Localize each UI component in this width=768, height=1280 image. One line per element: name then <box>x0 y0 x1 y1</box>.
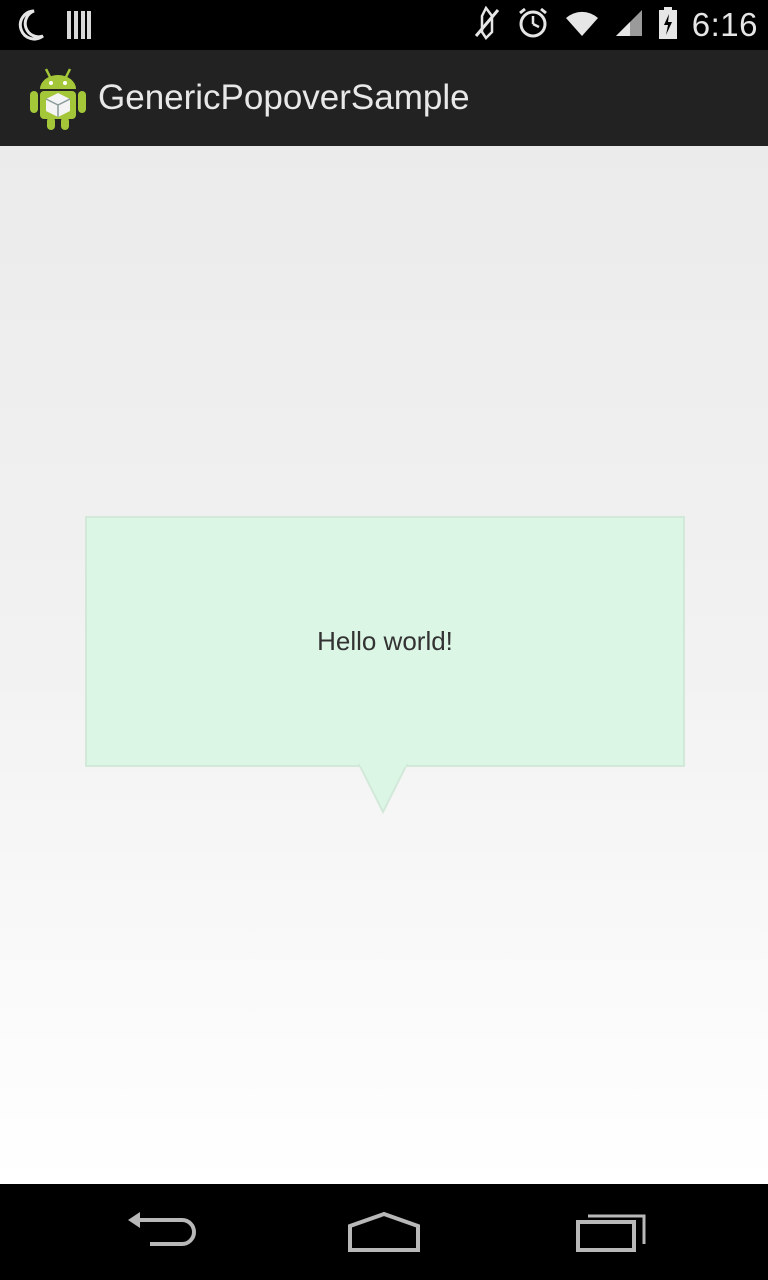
status-time: 6:16 <box>691 6 758 43</box>
barcode-icon <box>66 9 92 46</box>
wifi-icon <box>564 8 600 43</box>
home-icon[interactable] <box>346 1206 422 1258</box>
signal-icon <box>614 8 644 43</box>
navigation-bar <box>0 1184 768 1280</box>
recents-icon[interactable] <box>574 1206 648 1258</box>
alarm-icon <box>516 6 550 45</box>
action-bar: GenericPopoverSample <box>0 50 768 148</box>
popover[interactable]: Hello world! <box>85 516 685 767</box>
popover-text: Hello world! <box>317 626 453 656</box>
popover-arrow <box>358 764 408 814</box>
battery-icon <box>658 6 678 45</box>
moon-icon <box>16 8 46 47</box>
app-title: GenericPopoverSample <box>98 78 470 117</box>
android-icon[interactable] <box>28 65 88 131</box>
back-icon[interactable] <box>124 1206 196 1258</box>
status-bar: 6:16 <box>0 0 768 50</box>
content-area: Hello world! <box>0 146 768 1184</box>
muted-icon <box>472 5 502 45</box>
